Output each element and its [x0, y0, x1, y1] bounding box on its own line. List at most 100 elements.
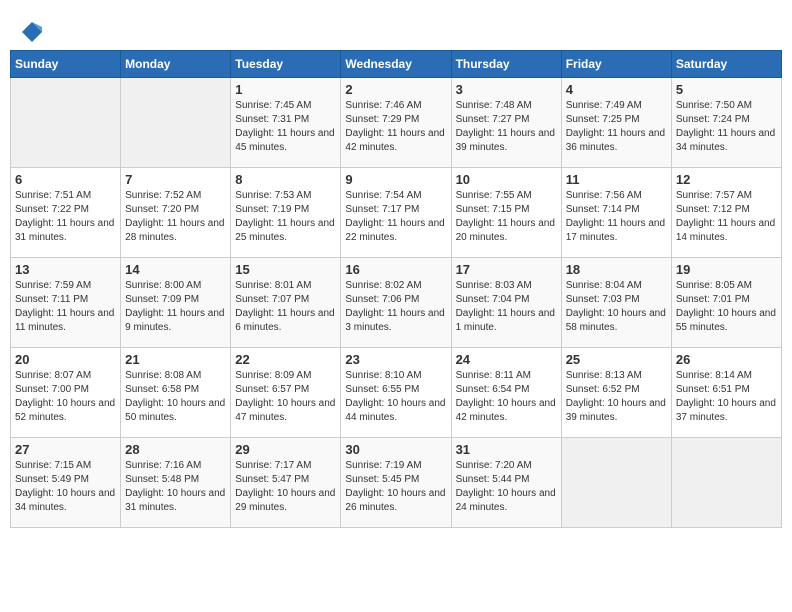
calendar-week-row: 20 Sunrise: 8:07 AM Sunset: 7:00 PM Dayli… — [11, 348, 782, 438]
day-number: 19 — [676, 262, 777, 277]
calendar-cell: 3 Sunrise: 7:48 AM Sunset: 7:27 PM Daylig… — [451, 78, 561, 168]
day-info: Sunrise: 8:09 AM Sunset: 6:57 PM Dayligh… — [235, 369, 336, 425]
day-info: Sunrise: 8:05 AM Sunset: 7:01 PM Dayligh… — [676, 279, 777, 335]
calendar-cell: 2 Sunrise: 7:46 AM Sunset: 7:29 PM Daylig… — [341, 78, 451, 168]
day-number: 14 — [125, 262, 226, 277]
day-number: 20 — [15, 352, 116, 367]
day-info: Sunrise: 7:57 AM Sunset: 7:12 PM Dayligh… — [676, 189, 777, 245]
day-info: Sunrise: 7:54 AM Sunset: 7:17 PM Dayligh… — [345, 189, 446, 245]
day-info: Sunrise: 8:10 AM Sunset: 6:55 PM Dayligh… — [345, 369, 446, 425]
calendar-cell — [121, 78, 231, 168]
day-number: 27 — [15, 442, 116, 457]
day-of-week-header: Friday — [561, 51, 671, 78]
calendar-table: SundayMondayTuesdayWednesdayThursdayFrid… — [10, 50, 782, 528]
day-info: Sunrise: 7:17 AM Sunset: 5:47 PM Dayligh… — [235, 459, 336, 515]
day-number: 31 — [456, 442, 557, 457]
day-info: Sunrise: 8:11 AM Sunset: 6:54 PM Dayligh… — [456, 369, 557, 425]
day-number: 18 — [566, 262, 667, 277]
day-info: Sunrise: 7:16 AM Sunset: 5:48 PM Dayligh… — [125, 459, 226, 515]
calendar-cell: 15Sunrise: 8:01 AM Sunset: 7:07 PM Dayli… — [231, 258, 341, 348]
calendar-cell: 23 Sunrise: 8:10 AM Sunset: 6:55 PM Dayli… — [341, 348, 451, 438]
day-of-week-header: Thursday — [451, 51, 561, 78]
day-info: Sunrise: 7:49 AM Sunset: 7:25 PM Dayligh… — [566, 99, 667, 155]
calendar-cell — [561, 438, 671, 528]
day-number: 4 — [566, 82, 667, 97]
calendar-cell: 29 Sunrise: 7:17 AM Sunset: 5:47 PM Dayli… — [231, 438, 341, 528]
day-info: Sunrise: 7:56 AM Sunset: 7:14 PM Dayligh… — [566, 189, 667, 245]
page-header — [10, 10, 782, 50]
calendar-week-row: 13 Sunrise: 7:59 AM Sunset: 7:11 PM Dayli… — [11, 258, 782, 348]
calendar-cell: 28Sunrise: 7:16 AM Sunset: 5:48 PM Dayli… — [121, 438, 231, 528]
day-info: Sunrise: 7:53 AM Sunset: 7:19 PM Dayligh… — [235, 189, 336, 245]
calendar-cell: 24 Sunrise: 8:11 AM Sunset: 6:54 PM Dayli… — [451, 348, 561, 438]
day-info: Sunrise: 7:15 AM Sunset: 5:49 PM Dayligh… — [15, 459, 116, 515]
calendar-week-row: 6 Sunrise: 7:51 AM Sunset: 7:22 PM Daylig… — [11, 168, 782, 258]
calendar-cell: 21Sunrise: 8:08 AM Sunset: 6:58 PM Dayli… — [121, 348, 231, 438]
day-number: 23 — [345, 352, 446, 367]
calendar-week-row: 1Sunrise: 7:45 AM Sunset: 7:31 PM Daylig… — [11, 78, 782, 168]
calendar-cell: 25 Sunrise: 8:13 AM Sunset: 6:52 PM Dayli… — [561, 348, 671, 438]
day-number: 1 — [235, 82, 336, 97]
day-number: 15 — [235, 262, 336, 277]
calendar-cell: 1Sunrise: 7:45 AM Sunset: 7:31 PM Daylig… — [231, 78, 341, 168]
day-info: Sunrise: 7:48 AM Sunset: 7:27 PM Dayligh… — [456, 99, 557, 155]
calendar-cell: 4 Sunrise: 7:49 AM Sunset: 7:25 PM Daylig… — [561, 78, 671, 168]
day-number: 24 — [456, 352, 557, 367]
day-info: Sunrise: 7:50 AM Sunset: 7:24 PM Dayligh… — [676, 99, 777, 155]
calendar-cell: 17 Sunrise: 8:03 AM Sunset: 7:04 PM Dayli… — [451, 258, 561, 348]
day-number: 21 — [125, 352, 226, 367]
day-info: Sunrise: 8:04 AM Sunset: 7:03 PM Dayligh… — [566, 279, 667, 335]
day-number: 3 — [456, 82, 557, 97]
day-info: Sunrise: 7:59 AM Sunset: 7:11 PM Dayligh… — [15, 279, 116, 335]
calendar-week-row: 27 Sunrise: 7:15 AM Sunset: 5:49 PM Dayli… — [11, 438, 782, 528]
day-of-week-header: Sunday — [11, 51, 121, 78]
day-info: Sunrise: 7:55 AM Sunset: 7:15 PM Dayligh… — [456, 189, 557, 245]
calendar-cell: 31 Sunrise: 7:20 AM Sunset: 5:44 PM Dayli… — [451, 438, 561, 528]
calendar-cell: 6 Sunrise: 7:51 AM Sunset: 7:22 PM Daylig… — [11, 168, 121, 258]
calendar-cell: 20 Sunrise: 8:07 AM Sunset: 7:00 PM Dayli… — [11, 348, 121, 438]
day-info: Sunrise: 8:03 AM Sunset: 7:04 PM Dayligh… — [456, 279, 557, 335]
calendar-cell: 18 Sunrise: 8:04 AM Sunset: 7:03 PM Dayli… — [561, 258, 671, 348]
day-number: 11 — [566, 172, 667, 187]
calendar-cell: 8 Sunrise: 7:53 AM Sunset: 7:19 PM Daylig… — [231, 168, 341, 258]
day-info: Sunrise: 8:13 AM Sunset: 6:52 PM Dayligh… — [566, 369, 667, 425]
calendar-cell: 30Sunrise: 7:19 AM Sunset: 5:45 PM Dayli… — [341, 438, 451, 528]
day-number: 5 — [676, 82, 777, 97]
day-info: Sunrise: 8:07 AM Sunset: 7:00 PM Dayligh… — [15, 369, 116, 425]
day-number: 6 — [15, 172, 116, 187]
day-number: 17 — [456, 262, 557, 277]
day-number: 25 — [566, 352, 667, 367]
day-number: 9 — [345, 172, 446, 187]
calendar-cell: 13 Sunrise: 7:59 AM Sunset: 7:11 PM Dayli… — [11, 258, 121, 348]
calendar-header-row: SundayMondayTuesdayWednesdayThursdayFrid… — [11, 51, 782, 78]
day-info: Sunrise: 7:52 AM Sunset: 7:20 PM Dayligh… — [125, 189, 226, 245]
day-of-week-header: Monday — [121, 51, 231, 78]
day-number: 22 — [235, 352, 336, 367]
day-info: Sunrise: 8:00 AM Sunset: 7:09 PM Dayligh… — [125, 279, 226, 335]
calendar-cell — [671, 438, 781, 528]
calendar-cell: 10Sunrise: 7:55 AM Sunset: 7:15 PM Dayli… — [451, 168, 561, 258]
day-info: Sunrise: 8:02 AM Sunset: 7:06 PM Dayligh… — [345, 279, 446, 335]
day-info: Sunrise: 8:14 AM Sunset: 6:51 PM Dayligh… — [676, 369, 777, 425]
calendar-cell: 5 Sunrise: 7:50 AM Sunset: 7:24 PM Daylig… — [671, 78, 781, 168]
day-number: 12 — [676, 172, 777, 187]
day-number: 16 — [345, 262, 446, 277]
day-number: 26 — [676, 352, 777, 367]
calendar-cell — [11, 78, 121, 168]
day-info: Sunrise: 7:46 AM Sunset: 7:29 PM Dayligh… — [345, 99, 446, 155]
calendar-cell: 26 Sunrise: 8:14 AM Sunset: 6:51 PM Dayli… — [671, 348, 781, 438]
calendar-cell: 19 Sunrise: 8:05 AM Sunset: 7:01 PM Dayli… — [671, 258, 781, 348]
day-info: Sunrise: 7:51 AM Sunset: 7:22 PM Dayligh… — [15, 189, 116, 245]
calendar-cell: 12 Sunrise: 7:57 AM Sunset: 7:12 PM Dayli… — [671, 168, 781, 258]
day-number: 8 — [235, 172, 336, 187]
day-number: 13 — [15, 262, 116, 277]
calendar-cell: 9 Sunrise: 7:54 AM Sunset: 7:17 PM Daylig… — [341, 168, 451, 258]
calendar-cell: 11 Sunrise: 7:56 AM Sunset: 7:14 PM Dayli… — [561, 168, 671, 258]
day-of-week-header: Saturday — [671, 51, 781, 78]
day-info: Sunrise: 7:20 AM Sunset: 5:44 PM Dayligh… — [456, 459, 557, 515]
calendar-cell: 22 Sunrise: 8:09 AM Sunset: 6:57 PM Dayli… — [231, 348, 341, 438]
calendar-cell: 27 Sunrise: 7:15 AM Sunset: 5:49 PM Dayli… — [11, 438, 121, 528]
day-number: 29 — [235, 442, 336, 457]
day-info: Sunrise: 7:19 AM Sunset: 5:45 PM Dayligh… — [345, 459, 446, 515]
day-number: 2 — [345, 82, 446, 97]
